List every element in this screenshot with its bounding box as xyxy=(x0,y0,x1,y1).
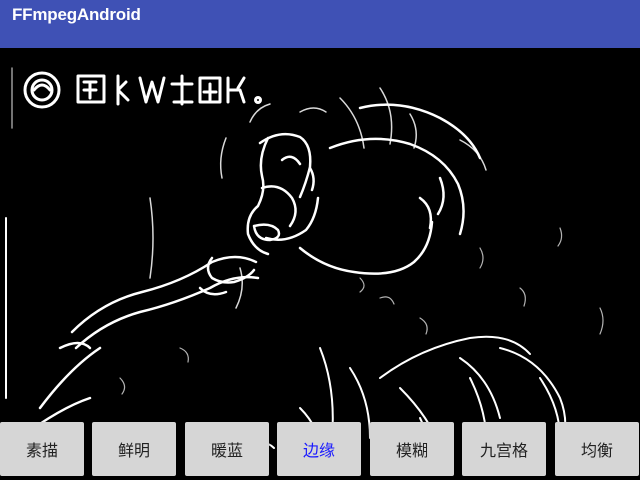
filter-equalize-button[interactable]: 均衡 xyxy=(555,422,639,476)
filter-warm-blue-button[interactable]: 暖蓝 xyxy=(185,422,269,476)
app-title: FFmpegAndroid xyxy=(12,5,141,24)
filter-button-bar: 素描 鲜明 暖蓝 边缘 模糊 九宫格 均衡 xyxy=(0,422,640,476)
app-window: FFmpegAndroid 素描 鲜明 暖蓝 边缘 模糊 九宫格 均衡 xyxy=(0,0,640,480)
edge-detected-frame xyxy=(5,67,604,463)
channel-logo-watermark xyxy=(23,71,262,109)
filter-blur-button[interactable]: 模糊 xyxy=(370,422,454,476)
filter-vivid-button[interactable]: 鲜明 xyxy=(92,422,176,476)
filter-edge-button[interactable]: 边缘 xyxy=(277,422,361,476)
app-bar: FFmpegAndroid xyxy=(0,0,640,48)
filter-nine-grid-button[interactable]: 九宫格 xyxy=(462,422,546,476)
video-preview[interactable] xyxy=(0,48,640,480)
filter-sketch-button[interactable]: 素描 xyxy=(0,422,84,476)
